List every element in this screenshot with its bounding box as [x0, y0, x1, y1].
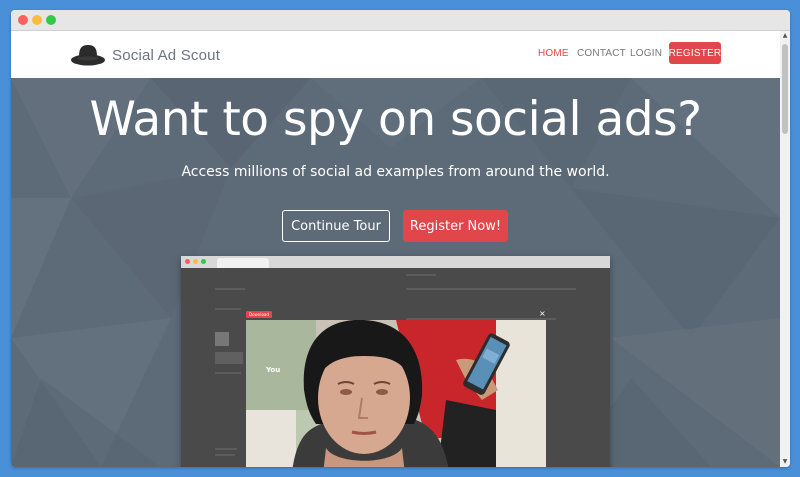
nav-register-button[interactable]: REGISTER: [669, 42, 721, 64]
nav-login-link[interactable]: LOGIN: [630, 48, 662, 59]
preview-titlebar: [181, 256, 610, 268]
preview-thumbnail: [215, 332, 229, 346]
brand-logo[interactable]: Social Ad Scout: [70, 40, 220, 70]
nav-contact-link[interactable]: CONTACT: [577, 48, 626, 59]
brand-name: Social Ad Scout: [112, 46, 221, 64]
hero-subtitle: Access millions of social ad examples fr…: [181, 164, 610, 180]
video-modal: You: [246, 320, 546, 467]
video-caption: You: [266, 366, 281, 374]
modal-close-icon[interactable]: ×: [539, 309, 614, 318]
video-frame-image: [246, 320, 546, 467]
hat-icon: [71, 45, 105, 66]
app-preview-screenshot: You Download ×: [181, 256, 610, 467]
nav-home-link[interactable]: HOME: [538, 48, 569, 59]
scrollbar-thumb[interactable]: [782, 44, 788, 134]
scroll-down-arrow-icon[interactable]: ▼: [780, 457, 790, 467]
site-navbar: Social Ad Scout HOME CONTACT LOGIN REGIS…: [11, 31, 780, 78]
hero-title: Want to spy on social ads?: [89, 92, 702, 147]
hero-section: Want to spy on social ads? Access millio…: [11, 78, 780, 467]
maximize-window-button[interactable]: [46, 15, 56, 25]
close-window-button[interactable]: [18, 15, 28, 25]
continue-tour-button[interactable]: Continue Tour: [282, 210, 390, 242]
register-now-button[interactable]: Register Now!: [403, 210, 508, 242]
window-titlebar: [11, 10, 790, 31]
page-scrollbar[interactable]: ▲ ▼: [780, 31, 790, 467]
download-button[interactable]: Download: [246, 311, 272, 318]
browser-window: Social Ad Scout HOME CONTACT LOGIN REGIS…: [11, 10, 790, 467]
minimize-window-button[interactable]: [32, 15, 42, 25]
scroll-up-arrow-icon[interactable]: ▲: [780, 31, 790, 41]
preview-page: You Download ×: [181, 268, 610, 467]
